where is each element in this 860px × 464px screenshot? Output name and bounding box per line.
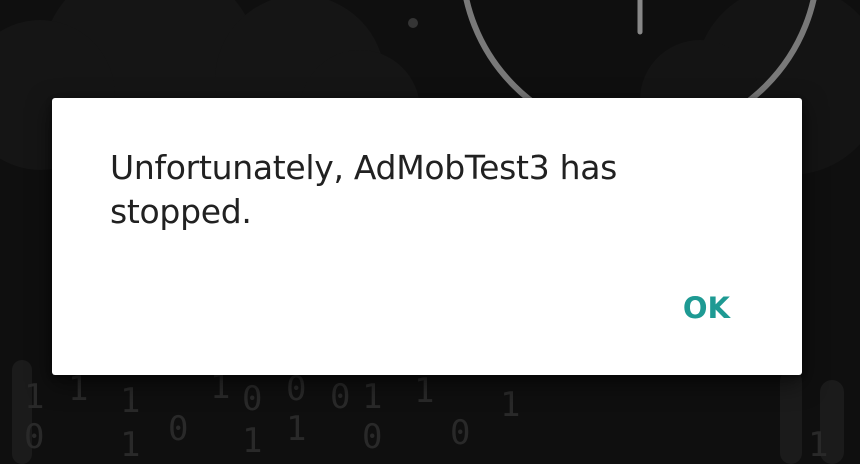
dialog-message: Unfortunately, AdMobTest3 has stopped. bbox=[110, 148, 618, 231]
app-stopped-dialog: Unfortunately, AdMobTest3 has stopped. O… bbox=[52, 98, 802, 375]
app-crash-screen: 1 0 1 1 1 0 1 0 1 0 1 0 1 0 1 0 1 1 Unfo… bbox=[0, 0, 860, 464]
ok-button[interactable]: OK bbox=[671, 282, 742, 334]
